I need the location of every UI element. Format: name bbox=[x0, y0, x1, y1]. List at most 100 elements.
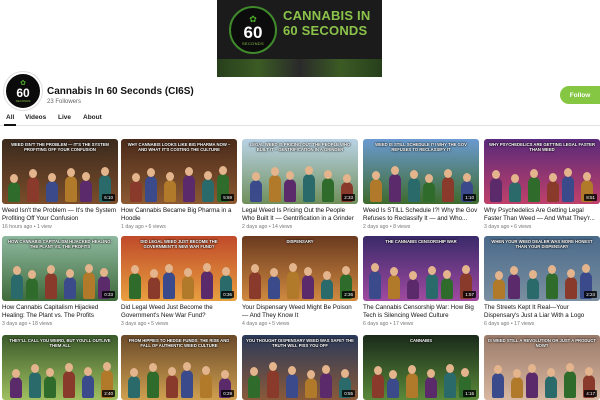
video-card[interactable]: Is weed still a revolution or just a pro… bbox=[484, 335, 600, 400]
thumbnail-caption: Legal weed is pricing out the people who… bbox=[249, 142, 351, 152]
video-title[interactable]: The Streets Kept It Real—Your Dispensary… bbox=[484, 304, 600, 320]
video-thumbnail[interactable]: You thought dispensary weed was safe? Th… bbox=[242, 335, 358, 400]
thumbnail-figure bbox=[511, 369, 523, 398]
thumbnail-figure bbox=[287, 263, 299, 299]
thumbnail-illustration bbox=[242, 263, 358, 301]
tab-live[interactable]: Live bbox=[58, 114, 71, 121]
thumbnail-illustration bbox=[363, 263, 479, 301]
tab-videos[interactable]: Videos bbox=[25, 114, 46, 121]
thumbnail-figure bbox=[269, 167, 281, 202]
thumbnail-illustration bbox=[2, 264, 118, 301]
thumbnail-figure bbox=[29, 364, 41, 398]
thumbnail-illustration bbox=[484, 363, 600, 400]
video-card[interactable]: Cannabis 1:16 bbox=[363, 335, 479, 400]
video-card[interactable]: Why cannabis looks like big pharma now –… bbox=[121, 139, 237, 230]
thumbnail-figure bbox=[322, 170, 334, 202]
thumbnail-figure bbox=[200, 366, 212, 398]
thumbnail-figure bbox=[201, 263, 213, 299]
video-card[interactable]: Why psychedelics are getting legal faste… bbox=[484, 139, 600, 230]
thumbnail-figure bbox=[490, 170, 502, 202]
thumbnail-figure bbox=[302, 267, 314, 299]
video-thumbnail[interactable]: From hippies to hedge funds: the rise an… bbox=[121, 335, 237, 400]
video-thumbnail[interactable]: Dispensary 2:36 bbox=[242, 236, 358, 301]
video-title[interactable]: Why Psychedelics Are Getting Legal Faste… bbox=[484, 207, 600, 223]
video-card[interactable]: Dispensary 2:36 Your Dispensary Weed Might… bbox=[242, 236, 358, 327]
thumbnail-figure bbox=[369, 263, 381, 299]
thumbnail-figure bbox=[80, 172, 92, 202]
video-card[interactable]: Weed isn't the problem — it's the system… bbox=[2, 139, 118, 230]
video-meta: 16 hours ago • 1 view bbox=[2, 224, 52, 230]
thumbnail-caption: Is weed still a revolution or just a pro… bbox=[488, 338, 596, 348]
thumbnail-figure bbox=[8, 174, 20, 202]
thumbnail-figure bbox=[46, 173, 58, 202]
thumbnail-figure bbox=[267, 362, 279, 398]
thumbnail-figure bbox=[64, 269, 76, 299]
thumbnail-figure bbox=[387, 370, 399, 398]
thumbnail-figure bbox=[286, 366, 298, 398]
video-thumbnail[interactable]: When your weed dealer was more honest th… bbox=[484, 236, 600, 301]
video-duration: 1:10 bbox=[463, 194, 476, 201]
video-meta: 4 days ago • 5 views bbox=[242, 321, 290, 327]
thumbnail-figure bbox=[268, 268, 280, 299]
video-title[interactable]: Legal Weed Is Pricing Out the People Who… bbox=[242, 207, 358, 223]
video-card[interactable]: How cannabis capitalism hijacked healing… bbox=[2, 236, 118, 327]
thumbnail-figure bbox=[202, 171, 214, 202]
video-meta: 6 days ago • 17 views bbox=[484, 321, 535, 327]
video-card[interactable]: From hippies to hedge funds: the rise an… bbox=[121, 335, 237, 400]
video-duration: 0:29 bbox=[221, 390, 234, 397]
video-title[interactable]: How Cannabis Capitalism Hijacked Healing… bbox=[2, 304, 118, 320]
video-thumbnail[interactable]: The cannabis censorship war 1:57 bbox=[363, 236, 479, 301]
thumbnail-illustration bbox=[121, 166, 237, 204]
follow-button[interactable]: Follow bbox=[560, 86, 600, 104]
thumbnail-figure bbox=[562, 168, 574, 202]
thumbnail-figure bbox=[10, 369, 22, 398]
video-duration: 2:33 bbox=[342, 194, 355, 201]
video-thumbnail[interactable]: Legal weed is pricing out the people who… bbox=[242, 139, 358, 204]
tab-all[interactable]: All bbox=[3, 114, 17, 126]
video-title[interactable]: The Cannabis Censorship War: How Big Tec… bbox=[363, 304, 479, 320]
thumbnail-figure bbox=[83, 264, 95, 299]
thumbnail-caption: They'll call you weird, but you'll outli… bbox=[9, 338, 111, 348]
thumbnail-illustration bbox=[2, 362, 118, 400]
video-thumbnail[interactable]: Why cannabis looks like big pharma now –… bbox=[121, 139, 237, 204]
thumbnail-figure bbox=[321, 271, 333, 299]
thumbnail-figure bbox=[129, 265, 141, 299]
video-duration: 0:36 bbox=[221, 291, 234, 298]
thumbnail-figure bbox=[509, 174, 521, 202]
video-thumbnail[interactable]: Cannabis 1:16 bbox=[363, 335, 479, 400]
video-card[interactable]: Weed is STILL Schedule I?! Why the Gov r… bbox=[363, 139, 479, 230]
video-thumbnail[interactable]: Is weed still a revolution or just a pro… bbox=[484, 335, 600, 400]
video-title[interactable]: Did Legal Weed Just Become the Governmen… bbox=[121, 304, 237, 320]
video-title[interactable]: Weed Isn't the Problem — It's the System… bbox=[2, 207, 118, 223]
video-card[interactable]: Did legal weed just become the governmen… bbox=[121, 236, 237, 327]
video-title[interactable]: How Cannabis Became Big Pharma in a Hood… bbox=[121, 207, 237, 223]
video-thumbnail[interactable]: Did legal weed just become the governmen… bbox=[121, 236, 237, 301]
thumbnail-caption: Did legal weed just become the governmen… bbox=[140, 239, 218, 249]
video-thumbnail[interactable]: Why psychedelics are getting legal faste… bbox=[484, 139, 600, 204]
video-card[interactable]: The cannabis censorship war 1:57 The Canna… bbox=[363, 236, 479, 327]
thumbnail-figure bbox=[183, 167, 195, 202]
video-thumbnail[interactable]: They'll call you weird, but you'll outli… bbox=[2, 335, 118, 400]
channel-avatar[interactable]: ✿ 60 SECONDS bbox=[4, 72, 42, 110]
thumbnail-caption: Dispensary bbox=[286, 239, 314, 244]
video-title[interactable]: Weed Is STILL Schedule I?! Why the Gov R… bbox=[363, 207, 479, 223]
thumbnail-figure bbox=[423, 174, 435, 202]
video-card[interactable]: You thought dispensary weed was safe? Th… bbox=[242, 335, 358, 400]
thumbnail-figure bbox=[444, 364, 456, 398]
thumbnail-figure bbox=[284, 171, 296, 202]
video-thumbnail[interactable]: Weed is STILL Schedule I?! Why the Gov r… bbox=[363, 139, 479, 204]
video-card[interactable]: When your weed dealer was more honest th… bbox=[484, 236, 600, 327]
thumbnail-caption: Why psychedelics are getting legal faste… bbox=[488, 142, 596, 152]
video-card[interactable]: Legal weed is pricing out the people who… bbox=[242, 139, 358, 230]
thumbnail-figure bbox=[250, 172, 262, 202]
video-card[interactable]: They'll call you weird, but you'll outli… bbox=[2, 335, 118, 400]
video-thumbnail[interactable]: How cannabis capitalism hijacked healing… bbox=[2, 236, 118, 301]
thumbnail-figure bbox=[27, 169, 39, 202]
thumbnail-figure bbox=[44, 368, 56, 398]
tab-about[interactable]: About bbox=[83, 114, 102, 121]
thumbnail-figure bbox=[388, 267, 400, 299]
video-title[interactable]: Your Dispensary Weed Might Be Poison — A… bbox=[242, 304, 358, 320]
thumbnail-figure bbox=[564, 363, 576, 398]
video-thumbnail[interactable]: Weed isn't the problem — it's the system… bbox=[2, 139, 118, 204]
thumbnail-figure bbox=[370, 171, 382, 202]
